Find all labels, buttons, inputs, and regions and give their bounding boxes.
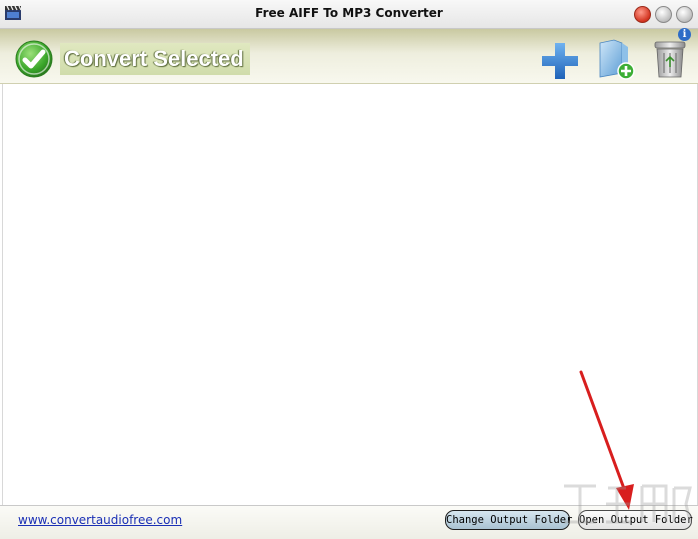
- trash-icon[interactable]: [652, 39, 688, 79]
- close-button[interactable]: [676, 6, 693, 23]
- maximize-button[interactable]: [655, 6, 672, 23]
- convert-selected-label: Convert Selected: [60, 43, 250, 75]
- add-folder-icon[interactable]: [598, 39, 636, 81]
- check-icon: [15, 40, 53, 78]
- title-bar: Free AIFF To MP3 Converter: [0, 0, 698, 29]
- add-files-icon[interactable]: [540, 41, 580, 81]
- convert-selected-button[interactable]: Convert Selected: [12, 39, 250, 79]
- toolbar: i Convert Selected: [0, 28, 698, 84]
- open-output-folder-button[interactable]: Open Output Folder: [578, 510, 693, 530]
- status-bar: www.convertaudiofree.com Change Output F…: [0, 505, 698, 539]
- website-link[interactable]: www.convertaudiofree.com: [18, 513, 182, 527]
- window-title: Free AIFF To MP3 Converter: [255, 6, 443, 20]
- file-list[interactable]: [2, 84, 698, 505]
- change-output-folder-button[interactable]: Change Output Folder: [445, 510, 572, 530]
- minimize-button[interactable]: [634, 6, 651, 23]
